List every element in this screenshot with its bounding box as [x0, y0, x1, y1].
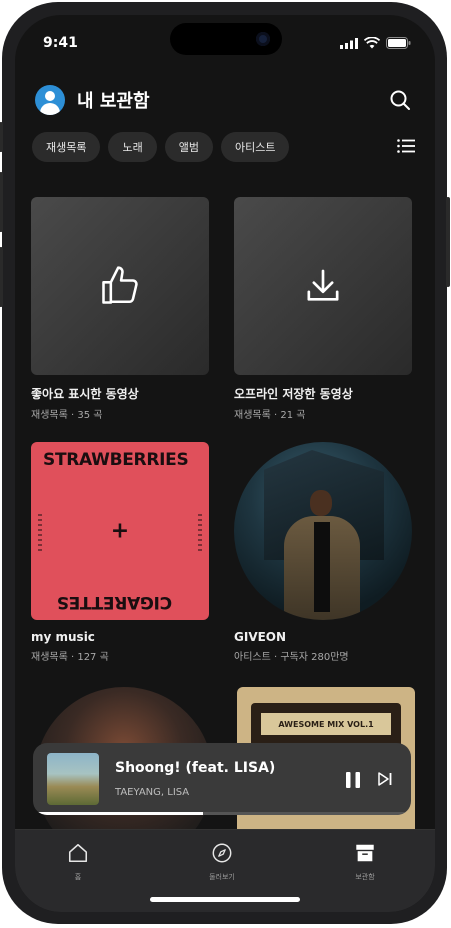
compass-icon [212, 843, 232, 863]
tab-library[interactable]: 보관함 [315, 842, 415, 882]
pause-icon[interactable] [345, 771, 361, 789]
card-subtitle: 아티스트 · 구독자 280만명 [234, 652, 349, 663]
now-playing-title: Shoong! (feat. LISA) [115, 760, 276, 776]
cover-text-top: STRAWBERRIES [43, 450, 189, 470]
power-button [446, 197, 450, 287]
card-artist-giveon[interactable]: GIVEON 아티스트 · 구독자 280만명 [234, 442, 412, 663]
tape-label: AWESOME MIX VOL.1 [261, 713, 391, 735]
liked-videos-thumbnail [31, 197, 209, 375]
mini-player[interactable]: Shoong! (feat. LISA) TAEYANG, LISA [33, 743, 411, 815]
tab-home[interactable]: 홈 [28, 842, 128, 882]
chip-artists[interactable]: 아티스트 [220, 132, 290, 162]
search-icon[interactable] [389, 89, 411, 111]
download-icon [307, 269, 339, 301]
card-title: GIVEON [234, 630, 287, 644]
card-liked-videos[interactable]: 좋아요 표시한 동영상 재생목록 · 35 곡 [31, 197, 209, 421]
playback-progress[interactable] [33, 812, 411, 815]
status-time: 9:41 [43, 35, 78, 51]
page-title: 내 보관함 [77, 91, 150, 112]
tab-label: 둘러보기 [209, 873, 235, 881]
library-icon [356, 844, 374, 862]
avatar[interactable] [35, 85, 65, 115]
phone-frame: 9:41 내 보관함 재생목록 노래 앨범 아티스트 좋아요 표시한 동영상 재… [0, 2, 450, 924]
home-indicator[interactable] [150, 897, 300, 902]
card-offline-videos[interactable]: 오프라인 저장한 동영상 재생목록 · 21 곡 [234, 197, 412, 421]
next-track-icon[interactable] [377, 771, 393, 787]
card-subtitle: 재생목록 · 21 곡 [234, 410, 306, 421]
cover-text-bottom: CIGARETTES [57, 592, 173, 612]
card-subtitle: 재생목록 · 127 곡 [31, 652, 109, 663]
library-header: 내 보관함 [35, 83, 415, 117]
card-title: my music [31, 630, 95, 644]
home-icon [68, 843, 88, 863]
chip-albums[interactable]: 앨범 [164, 132, 213, 162]
now-playing-artist: TAEYANG, LISA [115, 787, 190, 798]
volume-down-button [0, 247, 3, 307]
filter-chips: 재생목록 노래 앨범 아티스트 [32, 132, 290, 162]
chip-songs[interactable]: 노래 [108, 132, 157, 162]
album-cover-strawberries-cigarettes: STRAWBERRIES + CIGARETTES [31, 442, 209, 620]
thumbs-up-icon [102, 266, 138, 304]
status-icons [340, 37, 411, 49]
card-title: 좋아요 표시한 동영상 [31, 387, 139, 401]
card-my-music[interactable]: STRAWBERRIES + CIGARETTES my music 재생목록 … [31, 442, 209, 663]
signal-icon [340, 37, 358, 49]
card-title: 오프라인 저장한 동영상 [234, 387, 353, 401]
now-playing-artwork [47, 753, 99, 805]
artist-photo [234, 442, 412, 620]
tab-explore[interactable]: 둘러보기 [172, 842, 272, 882]
tab-label: 보관함 [355, 873, 375, 881]
mute-switch [0, 122, 3, 152]
volume-up-button [0, 172, 3, 232]
offline-videos-thumbnail [234, 197, 412, 375]
cover-text-plus: + [110, 518, 130, 544]
card-subtitle: 재생목록 · 35 곡 [31, 410, 103, 421]
screen: 9:41 내 보관함 재생목록 노래 앨범 아티스트 좋아요 표시한 동영상 재… [15, 15, 435, 912]
battery-icon [386, 37, 411, 49]
dynamic-island [170, 23, 282, 55]
chip-playlists[interactable]: 재생목록 [32, 132, 101, 162]
tab-label: 홈 [74, 873, 82, 881]
wifi-icon [364, 37, 380, 49]
camera-icon [256, 32, 270, 46]
list-view-icon[interactable] [397, 139, 415, 153]
